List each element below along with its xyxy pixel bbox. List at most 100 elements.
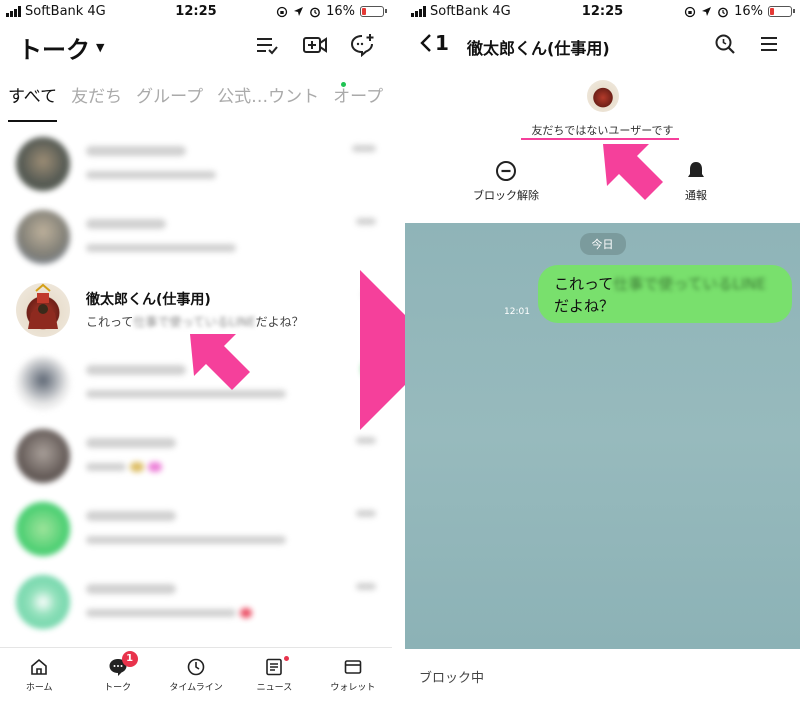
report-button[interactable]: 通報: [685, 160, 707, 203]
hamburger-menu-icon: [761, 37, 777, 51]
tab-new-dot: [341, 82, 346, 87]
blocked-status-bar: ブロック中: [405, 649, 800, 702]
sort-list-button[interactable]: [254, 33, 280, 57]
talk-list-screen: SoftBank 4G 12:25 16% トーク ▼ すべて 友だち グループ…: [0, 0, 392, 702]
unread-badge: 1: [121, 651, 138, 667]
nav-label: ニュース: [256, 683, 293, 693]
avatar-blurred: [16, 137, 70, 191]
avatar-blurred: [16, 356, 70, 410]
location-icon: [294, 7, 304, 16]
home-icon: [31, 658, 48, 675]
chat-name: 徹太郎くん(仕事用): [86, 292, 211, 308]
battery-percent: 16%: [734, 4, 763, 19]
chat-time-blurred: [352, 143, 376, 154]
tab-groups[interactable]: グループ: [136, 82, 203, 122]
nav-talk[interactable]: 1 トーク: [78, 648, 156, 702]
talk-tabs: すべて 友だち グループ 公式…ウント オープ: [8, 82, 392, 122]
pointer-arrow-left: [190, 334, 250, 390]
chat-header: 1 徹太郎くん(仕事用): [405, 28, 800, 64]
talk-title-dropdown[interactable]: トーク ▼: [18, 30, 104, 65]
nav-timeline[interactable]: タイムライン: [157, 648, 235, 702]
chat-row-hidden[interactable]: [0, 417, 392, 490]
samurai-figure-icon: [28, 283, 58, 329]
talk-header-actions: [254, 33, 376, 58]
avatar-blurred: [16, 210, 70, 264]
message-timestamp: 12:01: [504, 307, 530, 317]
chat-name-blurred: [86, 435, 176, 451]
network-type: 4G: [87, 4, 106, 19]
carrier-info: SoftBank 4G: [6, 4, 106, 19]
bottom-nav: ホーム 1 トーク タイムライン ニュース ウォレット: [0, 647, 392, 702]
report-label: 通報: [685, 189, 707, 202]
menu-button[interactable]: [758, 33, 780, 59]
chat-row-hidden[interactable]: [0, 198, 392, 271]
outgoing-message-bubble[interactable]: これって仕事で使っているLINE だよね？: [538, 265, 792, 323]
signal-icon: [6, 6, 21, 17]
nav-home[interactable]: ホーム: [0, 648, 78, 702]
status-bar: SoftBank 4G 12:25 16%: [0, 0, 392, 24]
bell-icon: [688, 162, 704, 177]
chat-time-blurred: [356, 508, 376, 519]
news-new-dot: [284, 656, 290, 661]
chat-header-actions: [714, 33, 780, 59]
minus-circle-icon: [496, 161, 516, 181]
nav-label: トーク: [104, 683, 132, 693]
page-title: トーク: [18, 36, 90, 64]
chat-preview-hidden: 仕事で使っているLINE: [133, 315, 256, 329]
partner-avatar[interactable]: [587, 80, 619, 112]
nav-news[interactable]: ニュース: [235, 648, 313, 702]
tab-official-accounts[interactable]: 公式…ウント: [217, 82, 319, 122]
chat-preview-start: これって: [86, 315, 134, 329]
status-bar: SoftBank 4G 12:25 16%: [405, 0, 800, 24]
back-button[interactable]: 1: [419, 31, 449, 55]
wallet-icon: [344, 660, 362, 674]
chat-actions: ブロック解除 通報: [405, 160, 800, 210]
avatar-blurred: [16, 502, 70, 556]
nav-label: タイムライン: [169, 683, 223, 693]
tab-openchat[interactable]: オープ: [333, 82, 383, 122]
signal-icon: [411, 6, 426, 17]
chat-preview-blurred: [86, 459, 162, 473]
unblock-button[interactable]: ブロック解除: [473, 160, 539, 203]
chat-plus-icon: [350, 34, 374, 58]
video-plus-icon: [303, 37, 327, 53]
new-chat-button[interactable]: [350, 33, 376, 58]
chat-preview-blurred: [86, 240, 236, 254]
message-text-end: だよね？: [554, 297, 615, 315]
rotation-lock-icon: [684, 6, 696, 17]
search-button[interactable]: [714, 33, 736, 59]
location-icon: [702, 7, 712, 16]
video-call-button[interactable]: [302, 33, 328, 57]
chat-name-blurred: [86, 508, 176, 524]
status-time: 12:25: [175, 4, 217, 19]
chat-time-blurred: [356, 435, 376, 446]
search-icon: [715, 34, 735, 54]
nav-wallet[interactable]: ウォレット: [314, 648, 392, 702]
chat-room-screen: SoftBank 4G 12:25 16% 1 徹太郎くん(仕事用) 友だちでは…: [405, 0, 800, 702]
chat-name-blurred: [86, 581, 176, 597]
chat-row-hidden[interactable]: [0, 490, 392, 563]
tab-friends[interactable]: 友だち: [71, 82, 122, 122]
chat-row-hidden[interactable]: [0, 125, 392, 198]
date-separator: 今日: [579, 233, 626, 255]
chat-name-blurred: [86, 362, 186, 378]
message-text-hidden: 仕事で使っているLINE: [613, 275, 766, 293]
chat-preview-end: だよね？: [255, 315, 304, 329]
carrier-info: SoftBank 4G: [411, 4, 511, 19]
rotation-lock-icon: [276, 6, 288, 17]
blocked-label: ブロック中: [419, 671, 485, 686]
chat-name-blurred: [86, 216, 166, 232]
alarm-icon: [718, 7, 728, 17]
avatar-blurred: [16, 575, 70, 629]
chat-time-blurred: [356, 216, 376, 227]
unblock-label: ブロック解除: [473, 189, 539, 202]
avatar: [16, 283, 70, 337]
battery-icon: [768, 6, 795, 17]
chat-row-hidden[interactable]: [0, 563, 392, 636]
status-right: 16%: [684, 4, 795, 19]
status-right: 16%: [276, 4, 387, 19]
message-area[interactable]: 今日 12:01 これって仕事で使っているLINE だよね？: [405, 223, 800, 649]
avatar-blurred: [16, 429, 70, 483]
tab-all[interactable]: すべて: [8, 82, 58, 122]
chat-preview-blurred: [86, 532, 286, 546]
